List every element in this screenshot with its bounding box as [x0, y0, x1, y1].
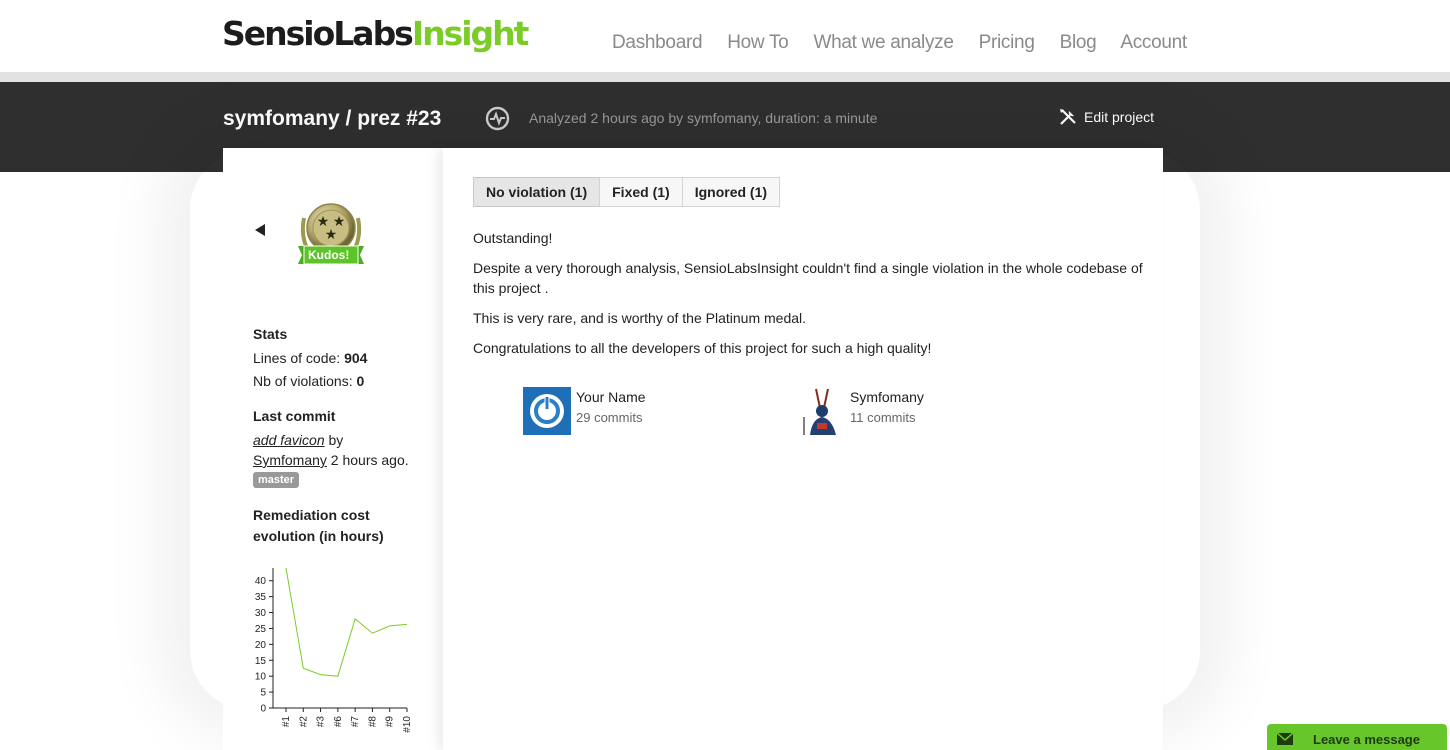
- nav-dashboard[interactable]: Dashboard: [612, 32, 703, 53]
- chart-y-tick-label: 35: [255, 592, 267, 603]
- kudos-label: Kudos!: [308, 248, 350, 262]
- chart-x-tick-label: #10: [402, 716, 413, 733]
- commit-author-line: Symfomany 2 hours ago.: [253, 452, 409, 468]
- violation-tabs: No violation (1) Fixed (1) Ignored (1): [473, 177, 781, 207]
- nav-pricing[interactable]: Pricing: [979, 32, 1035, 53]
- commit-time: 2 hours ago.: [326, 452, 409, 468]
- last-commit-heading: Last commit: [253, 408, 336, 424]
- tools-icon: [1060, 109, 1076, 125]
- nav-what-we-analyze[interactable]: What we analyze: [813, 32, 953, 53]
- header-divider: [0, 72, 1450, 82]
- chart-y-tick-label: 0: [260, 704, 266, 715]
- chart-x-tick-label: #8: [367, 716, 378, 728]
- chart-y-tick-label: 25: [255, 624, 267, 635]
- logo-main: SensioLabs: [222, 14, 414, 53]
- remediation-heading-line2: evolution (in hours): [253, 528, 384, 544]
- chart-x-tick-label: #2: [298, 716, 309, 728]
- message-rare: This is very rare, and is worthy of the …: [473, 310, 807, 326]
- branch-badge: master: [253, 472, 300, 488]
- edit-project-label: Edit project: [1084, 109, 1155, 125]
- analysis-info: Analyzed 2 hours ago by symfomany, durat…: [529, 110, 878, 126]
- nav-how-to[interactable]: How To: [727, 32, 789, 53]
- commit-line: add favicon by: [253, 432, 343, 448]
- chart-x-tick-label: #3: [316, 716, 327, 728]
- pulse-icon: [485, 106, 510, 131]
- stats-heading: Stats: [253, 326, 288, 342]
- kudos-medal-icon: ★ ★ ★: [298, 203, 364, 265]
- chart-y-tick-label: 20: [255, 640, 267, 651]
- tab-ignored[interactable]: Ignored (1): [681, 177, 781, 207]
- nav-account[interactable]: Account: [1120, 32, 1187, 53]
- chart-y-tick-label: 5: [260, 688, 266, 699]
- remediation-heading-line1: Remediation cost: [253, 507, 370, 523]
- commit-message-link[interactable]: add favicon: [253, 432, 325, 448]
- edit-project-link[interactable]: Edit project: [1059, 108, 1154, 126]
- chart-x-tick-label: #6: [333, 716, 344, 728]
- tab-fixed[interactable]: Fixed (1): [599, 177, 683, 207]
- commit-author-link[interactable]: Symfomany: [253, 452, 327, 468]
- message-outstanding: Outstanding!: [473, 230, 553, 246]
- main-nav: Dashboard How To What we analyze Pricing…: [612, 32, 1187, 54]
- contributor-name[interactable]: Symfomany: [850, 389, 924, 405]
- contributor-commits: 29 commits: [576, 410, 643, 425]
- tab-no-violation[interactable]: No violation (1): [473, 177, 601, 207]
- leave-message-button[interactable]: Leave a message: [1267, 724, 1447, 750]
- avatar-your-name[interactable]: [523, 387, 571, 435]
- message-congratulations: Congratulations to all the developers of…: [473, 340, 932, 356]
- violations-count: Nb of violations: 0: [253, 373, 364, 389]
- loc-label: Lines of code:: [253, 350, 345, 366]
- leave-message-label: Leave a message: [1313, 732, 1420, 747]
- nav-blog[interactable]: Blog: [1060, 32, 1097, 53]
- logo[interactable]: SensioLabsInsight: [222, 14, 530, 53]
- logo-accent: Insight: [411, 14, 530, 53]
- top-header: SensioLabsInsight Dashboard How To What …: [0, 0, 1450, 72]
- chart-y-tick-label: 15: [255, 656, 267, 667]
- previous-medal-arrow[interactable]: [255, 224, 265, 236]
- commit-by: by: [324, 432, 344, 448]
- chart-y-tick-label: 10: [255, 672, 267, 683]
- contributor-commits: 11 commits: [850, 410, 916, 425]
- chart-x-tick-label: #1: [281, 716, 292, 728]
- envelope-icon: [1277, 733, 1293, 745]
- chart-x-tick-label: #7: [350, 716, 361, 728]
- chart-x-tick-label: #9: [385, 716, 396, 728]
- chart-y-tick-label: 40: [255, 576, 267, 587]
- loc-value: 904: [344, 350, 368, 366]
- project-title: symfomany / prez #23: [223, 107, 442, 130]
- contributor-name[interactable]: Your Name: [576, 389, 646, 405]
- svg-text:★: ★: [325, 227, 338, 243]
- chart-y-tick-label: 30: [255, 608, 267, 619]
- violations-label: Nb of violations:: [253, 373, 357, 389]
- avatar-symfomany[interactable]: [798, 387, 846, 435]
- message-analysis: Despite a very thorough analysis, Sensio…: [473, 260, 1143, 296]
- chart-series-line: [285, 567, 408, 677]
- remediation-chart: 0 5 10 15 20 25 30 35 40 #1 #2 #3 #6 #7 #8 #9 #10: [255, 567, 413, 733]
- lines-of-code: Lines of code: 904: [253, 350, 367, 366]
- violations-value: 0: [356, 373, 365, 389]
